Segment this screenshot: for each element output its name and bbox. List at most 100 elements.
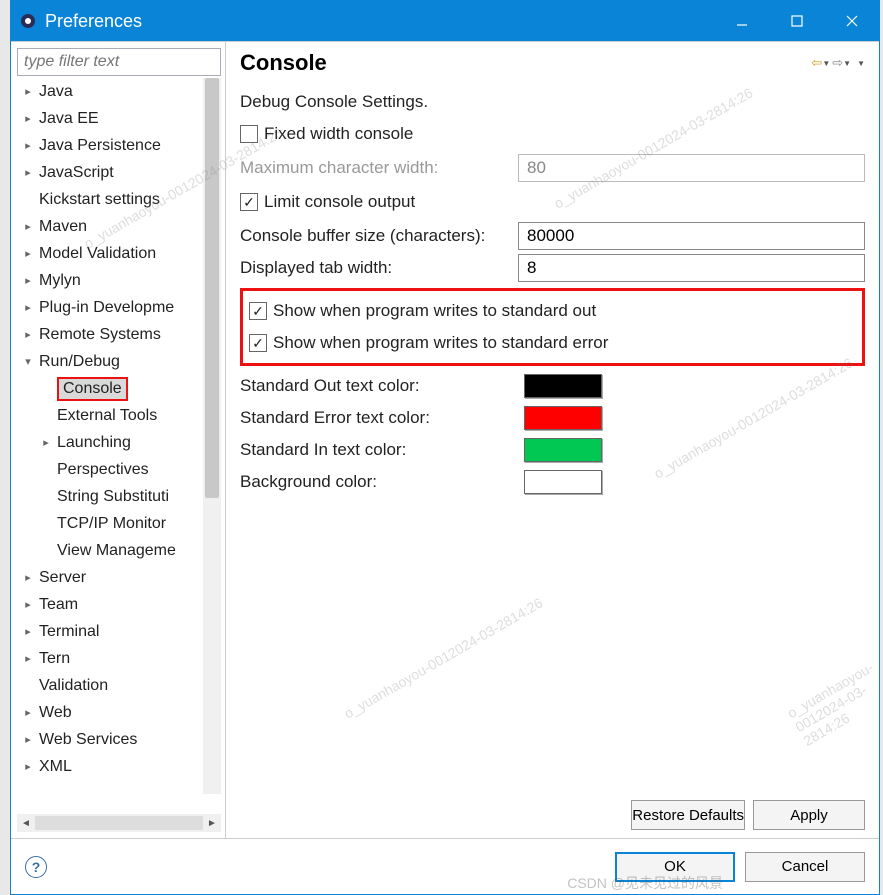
tree-item-web-services[interactable]: ▸Web Services [17,726,203,753]
tree-item-mylyn[interactable]: ▸Mylyn [17,267,203,294]
tree-item-label: Remote Systems [39,326,161,344]
expand-closed-icon[interactable]: ▸ [21,139,35,153]
buffer-size-label: Console buffer size (characters): [240,226,518,246]
expand-closed-icon[interactable]: ▸ [21,85,35,99]
back-icon[interactable]: ⇦ [811,55,822,71]
expand-closed-icon[interactable]: ▸ [21,328,35,342]
forward-menu-icon[interactable]: ▼ [843,59,851,68]
window-title: Preferences [45,11,714,32]
tree-horizontal-scrollbar[interactable]: ◄ ► [17,814,221,832]
expand-closed-icon[interactable]: ▸ [21,625,35,639]
tree-item-xml[interactable]: ▸ XML [17,753,203,780]
tree-item-string-substituti[interactable]: String Substituti [17,483,203,510]
tree-item-tern[interactable]: ▸ Tern [17,645,203,672]
tree-item-tcp-ip-monitor[interactable]: TCP/IP Monitor [17,510,203,537]
tree-item-label: TCP/IP Monitor [57,515,166,533]
tree-item-label: Kickstart settings [39,191,160,209]
expand-closed-icon[interactable]: ▸ [21,706,35,720]
tree-item-maven[interactable]: ▸ Maven [17,213,203,240]
expand-closed-icon[interactable]: ▸ [21,220,35,234]
sidebar: ▸Java▸Java EE▸Java Persistence▸JavaScrip… [11,42,226,838]
tree-item-java-ee[interactable]: ▸ Java EE [17,105,203,132]
bg-color-label: Background color: [240,472,524,492]
expand-closed-icon[interactable]: ▸ [21,166,35,180]
expand-closed-icon[interactable]: ▸ [21,112,35,126]
expand-closed-icon[interactable]: ▸ [21,760,35,774]
fixed-width-checkbox[interactable] [240,125,258,143]
maximize-button[interactable] [769,1,824,41]
view-menu-icon[interactable]: ▼ [857,59,865,68]
scroll-right-icon[interactable]: ► [203,814,221,832]
tree-item-perspectives[interactable]: Perspectives [17,456,203,483]
tree-item-label: Java EE [39,110,99,128]
tree-item-view-manageme[interactable]: View Manageme [17,537,203,564]
max-char-width-label: Maximum character width: [240,158,518,178]
stdout-color-button[interactable] [524,374,602,398]
tree-item-model-validation[interactable]: ▸Model Validation [17,240,203,267]
tree-item-run-debug[interactable]: ▾Run/Debug [17,348,203,375]
expand-open-icon[interactable]: ▾ [21,355,35,369]
tree-item-remote-systems[interactable]: ▸ Remote Systems [17,321,203,348]
window-controls [714,1,879,41]
tree-item-javascript[interactable]: ▸ JavaScript [17,159,203,186]
tree-item-console[interactable]: Console [17,375,203,402]
tree-item-label: Plug-in Developme [39,299,174,317]
tree-vertical-scrollbar[interactable] [203,78,221,794]
minimize-button[interactable] [714,1,769,41]
forward-icon[interactable]: ⇨ [832,55,843,71]
tree-item-web[interactable]: ▸Web [17,699,203,726]
expand-closed-icon[interactable]: ▸ [21,301,35,315]
apply-button[interactable]: Apply [753,800,865,830]
show-stdout-checkbox[interactable] [249,302,267,320]
stdin-color-button[interactable] [524,438,602,462]
expand-closed-icon[interactable]: ▸ [21,274,35,288]
stderr-color-button[interactable] [524,406,602,430]
show-stdout-label: Show when program writes to standard out [273,301,596,321]
stderr-color-label: Standard Error text color: [240,408,524,428]
expand-closed-icon[interactable]: ▸ [21,247,35,261]
tab-width-label: Displayed tab width: [240,258,518,278]
tree-item-java[interactable]: ▸Java [17,78,203,105]
tree-item-validation[interactable]: Validation [17,672,203,699]
tab-width-input[interactable] [518,254,865,282]
preference-tree[interactable]: ▸Java▸Java EE▸Java Persistence▸JavaScrip… [17,78,221,812]
tree-item-terminal[interactable]: ▸Terminal [17,618,203,645]
limit-output-checkbox[interactable] [240,193,258,211]
close-button[interactable] [824,1,879,41]
filter-input[interactable] [17,48,221,76]
tree-item-java-persistence[interactable]: ▸Java Persistence [17,132,203,159]
scroll-left-icon[interactable]: ◄ [17,814,35,832]
bg-color-button[interactable] [524,470,602,494]
settings-form: Debug Console Settings. Fixed width cons… [240,86,865,502]
tree-item-label: Validation [39,677,108,695]
tree-item-label: Tern [39,650,70,668]
expand-closed-icon[interactable]: ▸ [21,571,35,585]
tree-item-label: JavaScript [39,164,114,182]
show-stderr-checkbox[interactable] [249,334,267,352]
expand-closed-icon[interactable]: ▸ [21,652,35,666]
tree-item-external-tools[interactable]: External Tools [17,402,203,429]
tree-item-label: Maven [39,218,87,236]
expand-closed-icon[interactable]: ▸ [21,598,35,612]
tree-item-label: XML [39,758,72,776]
tree-item-label: Console [57,377,128,401]
tree-item-label: Perspectives [57,461,149,479]
cancel-button[interactable]: Cancel [745,852,865,882]
restore-defaults-button[interactable]: Restore Defaults [631,800,745,830]
tree-item-launching[interactable]: ▸Launching [17,429,203,456]
tree-item-team[interactable]: ▸Team [17,591,203,618]
tree-item-plug-in-developme[interactable]: ▸ Plug-in Developme [17,294,203,321]
preferences-window: Preferences ▸Java▸Java EE▸Java Persisten… [10,0,880,895]
tree-item-kickstart-settings[interactable]: Kickstart settings [17,186,203,213]
tree-item-label: String Substituti [57,488,169,506]
settings-heading: Debug Console Settings. [240,92,428,112]
back-menu-icon[interactable]: ▼ [822,59,830,68]
tree-item-server[interactable]: ▸ Server [17,564,203,591]
tree-item-label: View Manageme [57,542,176,560]
buffer-size-input[interactable] [518,222,865,250]
expand-closed-icon[interactable]: ▸ [21,733,35,747]
titlebar[interactable]: Preferences [11,1,879,41]
expand-closed-icon[interactable]: ▸ [39,436,53,450]
tree-item-label: Server [39,569,86,587]
help-icon[interactable]: ? [25,856,47,878]
